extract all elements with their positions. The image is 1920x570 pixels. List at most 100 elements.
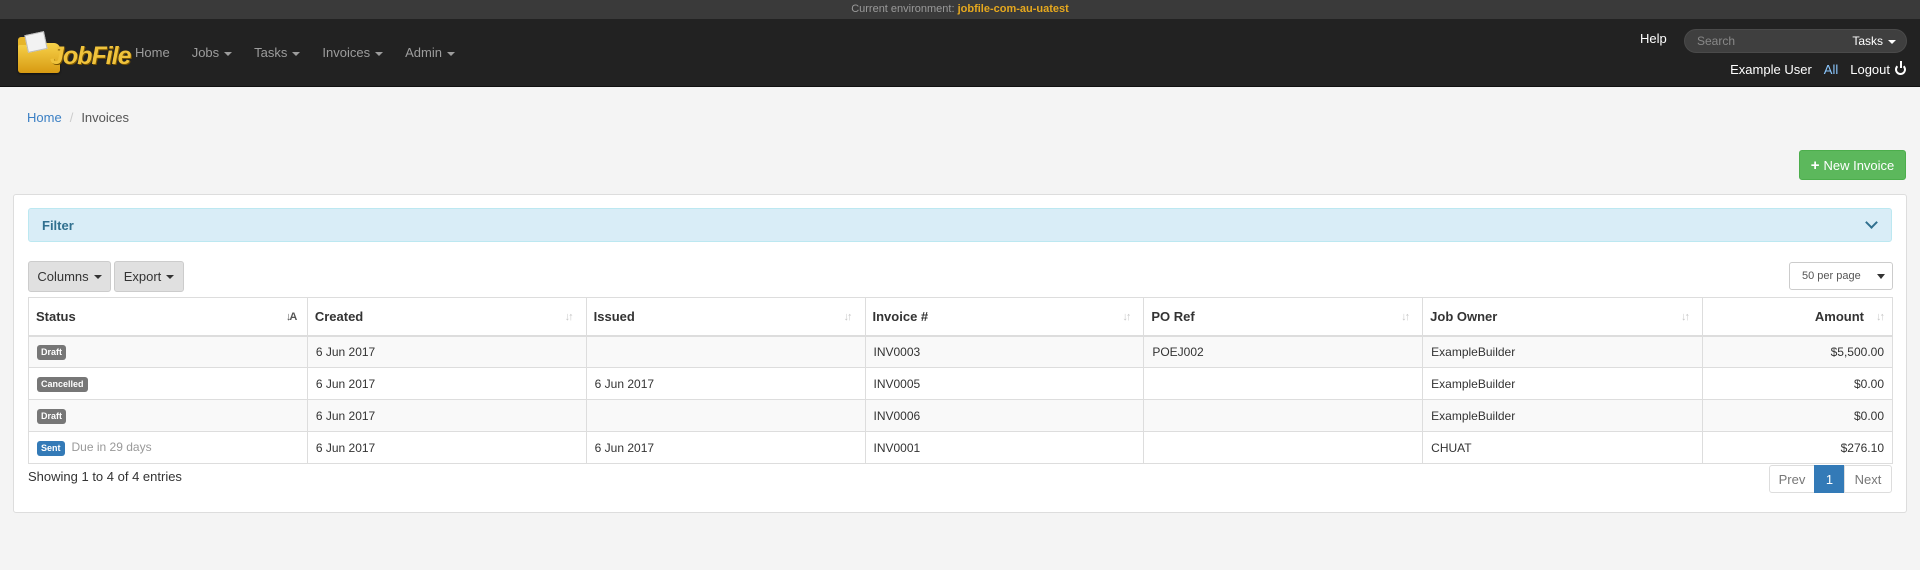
top-navbar: JobFile Home Jobs Tasks Invoices Admin H… [0, 19, 1920, 87]
nav-tasks-label: Tasks [254, 45, 288, 60]
table-row[interactable]: Draft 6 Jun 2017 INV0003 POEJ002 Example… [28, 335, 1893, 368]
table-row[interactable]: Draft 6 Jun 2017 INV0006 ExampleBuilder … [28, 399, 1893, 432]
sort-icon: ↓↑ [1122, 311, 1131, 323]
table-header-row: Status ↓A Created ↓↑ Issued ↓↑ Invoice # ↓↑ … [28, 297, 1893, 337]
created-cell: 6 Jun 2017 [306, 335, 587, 368]
header-label: Invoice # [872, 308, 929, 324]
status-badge: Sent [37, 440, 65, 456]
all-link[interactable]: All [1824, 62, 1838, 77]
status-cell: Draft [28, 335, 308, 368]
prev-page-button[interactable]: Prev [1769, 465, 1815, 493]
breadcrumb: Home / Invoices [27, 110, 129, 125]
amount-cell: $0.00 [1702, 399, 1893, 432]
caret-down-icon [166, 274, 175, 279]
nav-admin-dropdown[interactable]: Admin [394, 19, 466, 87]
column-header-amount[interactable]: Amount ↓↑ [1702, 297, 1893, 337]
filter-toggle[interactable]: Filter [28, 208, 1892, 242]
nav-admin-label: Admin [405, 45, 442, 60]
issued-cell: 6 Jun 2017 [585, 367, 866, 400]
sort-icon: ↓↑ [1876, 311, 1885, 323]
columns-label: Columns [37, 269, 89, 284]
caret-down-icon [224, 51, 233, 56]
power-icon [1895, 61, 1906, 75]
search-scope-label: Tasks [1852, 34, 1883, 48]
export-button[interactable]: Export [114, 261, 184, 292]
po-ref-cell [1143, 399, 1424, 432]
column-header-po-ref[interactable]: PO Ref ↓↑ [1143, 297, 1424, 337]
logo-text: JobFile [50, 42, 132, 70]
due-text: Due in 29 days [71, 439, 152, 454]
entries-info: Showing 1 to 4 of 4 entries [28, 469, 182, 484]
breadcrumb-current: Invoices [81, 110, 130, 125]
column-header-created[interactable]: Created ↓↑ [306, 297, 587, 337]
environment-name: jobfile-com-au-uatest [957, 3, 1069, 15]
breadcrumb-separator: / [69, 110, 74, 125]
nav-home-label: Home [135, 45, 170, 60]
jobfile-logo[interactable]: JobFile [14, 27, 132, 77]
sort-icon: ↓↑ [843, 311, 853, 323]
per-page-select[interactable]: 50 per page [1789, 262, 1893, 290]
help-link[interactable]: Help [1640, 31, 1667, 46]
nav-invoices-label: Invoices [322, 45, 371, 60]
caret-down-icon [292, 51, 301, 56]
logout-link[interactable]: Logout [1850, 61, 1906, 77]
search-box: Tasks [1684, 29, 1907, 53]
created-cell: 6 Jun 2017 [306, 431, 587, 464]
created-cell: 6 Jun 2017 [306, 399, 587, 432]
columns-button[interactable]: Columns [28, 261, 111, 292]
nav-invoices-dropdown[interactable]: Invoices [311, 19, 394, 87]
column-header-job-owner[interactable]: Job Owner ↓↑ [1422, 297, 1704, 337]
main-nav: Home Jobs Tasks Invoices Admin [124, 19, 466, 87]
invoice-number-cell[interactable]: INV0006 [864, 399, 1145, 432]
invoice-number-cell[interactable]: INV0003 [864, 335, 1145, 368]
job-owner-cell: ExampleBuilder [1422, 367, 1704, 400]
plus-icon: + [1810, 156, 1820, 174]
po-ref-cell [1143, 431, 1424, 464]
table-row[interactable]: Sent Due in 29 days 6 Jun 2017 6 Jun 2017… [28, 431, 1893, 464]
user-menu: Example User All Logout [1730, 61, 1906, 77]
header-label: Issued [593, 308, 635, 324]
invoice-number-cell[interactable]: INV0005 [864, 367, 1145, 400]
nav-jobs-dropdown[interactable]: Jobs [181, 19, 243, 87]
status-cell: Sent Due in 29 days [28, 431, 308, 464]
status-cell: Cancelled [28, 367, 308, 400]
sort-icon: ↓↑ [1401, 311, 1410, 323]
header-label: PO Ref [1151, 308, 1195, 324]
amount-cell: $5,500.00 [1702, 335, 1893, 368]
po-ref-cell: POEJ002 [1143, 335, 1424, 368]
invoice-number-cell[interactable]: INV0001 [864, 431, 1145, 464]
column-header-issued[interactable]: Issued ↓↑ [585, 297, 866, 337]
sort-icon: ↓↑ [564, 311, 574, 323]
environment-bar: Current environment: jobfile-com-au-uate… [0, 0, 1920, 19]
issued-cell [585, 335, 866, 368]
breadcrumb-home[interactable]: Home [27, 110, 62, 125]
caret-down-icon [375, 51, 384, 56]
caret-down-icon [93, 274, 102, 279]
column-header-status[interactable]: Status ↓A [28, 297, 308, 337]
user-name-link[interactable]: Example User [1730, 62, 1812, 77]
amount-cell: $276.10 [1702, 431, 1893, 464]
po-ref-cell [1143, 367, 1424, 400]
column-header-invoice[interactable]: Invoice # ↓↑ [864, 297, 1145, 337]
new-invoice-button[interactable]: + New Invoice [1799, 150, 1906, 180]
status-badge: Draft [37, 344, 67, 360]
status-cell: Draft [28, 399, 308, 432]
search-scope-dropdown[interactable]: Tasks [1852, 34, 1896, 48]
invoices-table: Status ↓A Created ↓↑ Issued ↓↑ Invoice # ↓↑ … [28, 297, 1893, 464]
search-input[interactable] [1695, 32, 1835, 50]
next-page-button[interactable]: Next [1844, 465, 1892, 493]
page-1-button[interactable]: 1 [1814, 465, 1845, 493]
header-label: Status [36, 308, 76, 324]
status-badge: Cancelled [37, 376, 88, 392]
environment-prefix: Current environment: [851, 3, 958, 15]
job-owner-cell: CHUAT [1422, 431, 1704, 464]
job-owner-cell: ExampleBuilder [1422, 399, 1704, 432]
sort-asc-icon: ↓A [285, 311, 297, 323]
nav-home[interactable]: Home [124, 19, 181, 87]
nav-tasks-dropdown[interactable]: Tasks [243, 19, 311, 87]
caret-down-icon [1877, 274, 1885, 279]
caret-down-icon [446, 51, 455, 56]
invoices-panel: Filter Columns Export 50 per page Status… [13, 194, 1907, 513]
table-row[interactable]: Cancelled 6 Jun 2017 6 Jun 2017 INV0005 … [28, 367, 1893, 400]
header-label: Job Owner [1430, 308, 1498, 324]
